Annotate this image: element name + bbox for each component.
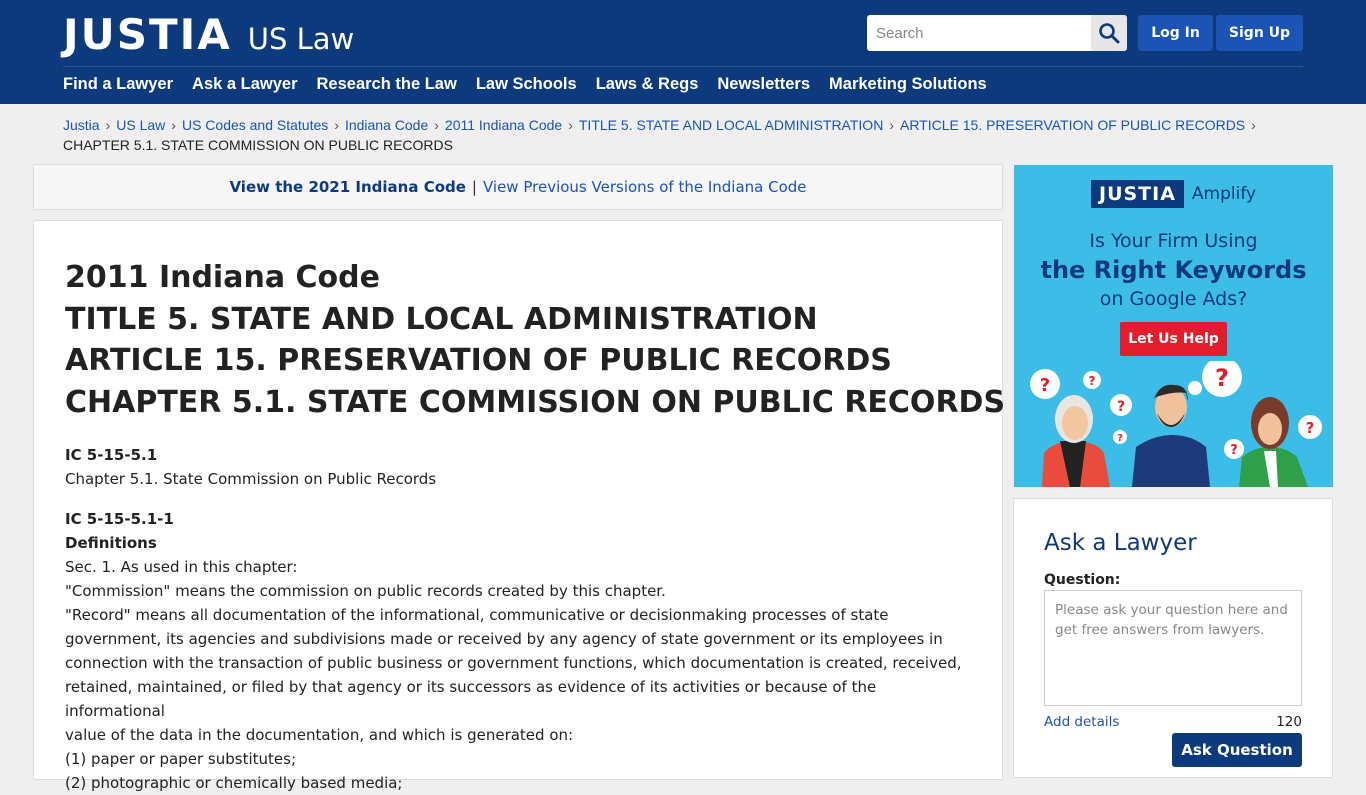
breadcrumb-separator: › xyxy=(334,117,339,133)
question-label: Question: xyxy=(1044,572,1121,588)
ask-widget-title: Ask a Lawyer xyxy=(1044,530,1197,556)
statute-text: IC 5-15-5.1 Chapter 5.1. State Commissio… xyxy=(65,443,970,795)
title-line: 2011 Indiana Code xyxy=(65,260,380,295)
main-nav: Find a Lawyer Ask a Lawyer Research the … xyxy=(63,75,987,94)
ad-line-1: Is Your Firm Using xyxy=(1089,230,1258,252)
amplify-ad[interactable]: JUSTIA Amplify Is Your Firm Using the Ri… xyxy=(1014,165,1333,487)
section-line: Sec. 1. As used in this chapter: xyxy=(65,558,298,576)
ad-logo-main: JUSTIA xyxy=(1091,180,1184,208)
ask-a-lawyer-widget: Ask a Lawyer Question: Add details 120 A… xyxy=(1013,498,1333,778)
svg-text:?: ? xyxy=(1089,374,1096,388)
ad-line-3: on Google Ads? xyxy=(1099,288,1248,310)
section-line: (1) paper or paper substitutes; xyxy=(65,750,296,768)
logo-sub-text: US Law xyxy=(247,22,355,56)
title-line: TITLE 5. STATE AND LOCAL ADMINISTRATION xyxy=(65,301,818,337)
ad-logo-sub: Amplify xyxy=(1191,184,1257,204)
breadcrumb-separator: › xyxy=(105,117,111,133)
breadcrumb-link[interactable]: 2011 Indiana Code xyxy=(445,117,562,133)
svg-text:?: ? xyxy=(1230,443,1238,458)
search-input[interactable] xyxy=(867,15,1091,51)
section-cite: IC 5-15-5.1 xyxy=(65,446,158,464)
section-line: connection with the transaction of publi… xyxy=(65,654,962,672)
svg-text:?: ? xyxy=(1040,375,1050,396)
nav-marketing-solutions[interactable]: Marketing Solutions xyxy=(829,75,987,94)
section-line: Chapter 5.1. State Commission on Public … xyxy=(65,470,437,488)
breadcrumb-link[interactable]: US Law xyxy=(116,117,165,133)
nav-law-schools[interactable]: Law Schools xyxy=(476,75,577,94)
ad-line-2: the Right Keywords xyxy=(1040,256,1307,284)
section-line: retained, maintained, or filed by that a… xyxy=(65,678,877,720)
section-line: value of the data in the documentation, … xyxy=(65,726,574,744)
breadcrumb-separator: › xyxy=(889,117,894,133)
question-textarea[interactable] xyxy=(1044,590,1302,706)
breadcrumb-link[interactable]: Justia xyxy=(63,117,100,133)
ad-logo: JUSTIA Amplify xyxy=(1091,180,1256,208)
breadcrumb-link[interactable]: Indiana Code xyxy=(345,117,428,133)
section-heading: Definitions xyxy=(65,534,157,552)
version-bar: View the 2021 Indiana Code | View Previo… xyxy=(33,164,1003,210)
person-right xyxy=(1239,397,1308,487)
person-left xyxy=(1042,395,1110,487)
nav-laws-regs[interactable]: Laws & Regs xyxy=(596,75,699,94)
ad-cta-button[interactable]: Let Us Help xyxy=(1120,322,1227,356)
svg-text:?: ? xyxy=(1215,364,1229,392)
version-separator: | xyxy=(471,178,477,196)
svg-text:?: ? xyxy=(1306,419,1315,437)
section-line: "Commission" means the commission on pub… xyxy=(65,582,666,600)
section-line: government, its agencies and subdivision… xyxy=(65,630,943,648)
character-count: 120 xyxy=(1276,714,1302,730)
ad-people-illustration: ? ? ? ? ? ? ? xyxy=(1030,361,1322,487)
nav-newsletters[interactable]: Newsletters xyxy=(717,75,810,94)
current-version-link[interactable]: View the 2021 Indiana Code xyxy=(229,178,465,196)
breadcrumb-current: CHAPTER 5.1. STATE COMMISSION ON PUBLIC … xyxy=(63,137,453,153)
section-cite: IC 5-15-5.1-1 xyxy=(65,510,174,528)
site-header: JUSTIA US Law Log In Sign Up Find a Lawy… xyxy=(0,0,1366,104)
breadcrumb: Justia › US Law › US Codes and Statutes › Indi… xyxy=(63,115,1303,155)
main-content: 2011 Indiana Code TITLE 5. STATE AND LOC… xyxy=(33,220,1006,792)
breadcrumb-separator: › xyxy=(171,117,176,133)
nav-ask-a-lawyer[interactable]: Ask a Lawyer xyxy=(192,75,297,94)
ask-question-button[interactable]: Ask Question xyxy=(1172,733,1302,767)
breadcrumb-link[interactable]: TITLE 5. STATE AND LOCAL ADMINISTRATION xyxy=(579,117,883,133)
breadcrumb-separator: › xyxy=(568,117,573,133)
section-line: "Record" means all documentation of the … xyxy=(65,606,889,624)
search-icon xyxy=(1099,23,1120,44)
breadcrumb-separator: › xyxy=(1251,117,1256,133)
header-divider xyxy=(63,66,1303,67)
title-line: ARTICLE 15. PRESERVATION OF PUBLIC RECOR… xyxy=(65,343,892,378)
previous-versions-link[interactable]: View Previous Versions of the Indiana Co… xyxy=(483,178,807,196)
page-title: 2011 Indiana Code TITLE 5. STATE AND LOC… xyxy=(65,257,1006,423)
logo-main-text: JUSTIA xyxy=(63,10,232,59)
section-line: (2) photographic or chemically based med… xyxy=(65,774,403,792)
login-button[interactable]: Log In xyxy=(1138,15,1213,51)
svg-text:?: ? xyxy=(1117,399,1125,415)
signup-button[interactable]: Sign Up xyxy=(1216,15,1303,51)
search-button[interactable] xyxy=(1091,15,1127,51)
justia-logo[interactable]: JUSTIA US Law xyxy=(63,10,354,59)
svg-text:?: ? xyxy=(1117,433,1123,444)
search-box xyxy=(867,15,1127,51)
person-middle xyxy=(1132,384,1210,487)
nav-research-the-law[interactable]: Research the Law xyxy=(317,75,457,94)
breadcrumb-link[interactable]: US Codes and Statutes xyxy=(182,117,328,133)
ad-text: Is Your Firm Using the Right Keywords on… xyxy=(1014,227,1333,313)
nav-find-a-lawyer[interactable]: Find a Lawyer xyxy=(63,75,173,94)
breadcrumb-separator: › xyxy=(434,117,439,133)
title-line: CHAPTER 5.1. STATE COMMISSION ON PUBLIC … xyxy=(65,384,1006,420)
breadcrumb-link[interactable]: ARTICLE 15. PRESERVATION OF PUBLIC RECOR… xyxy=(900,117,1245,133)
add-details-link[interactable]: Add details xyxy=(1044,714,1119,730)
